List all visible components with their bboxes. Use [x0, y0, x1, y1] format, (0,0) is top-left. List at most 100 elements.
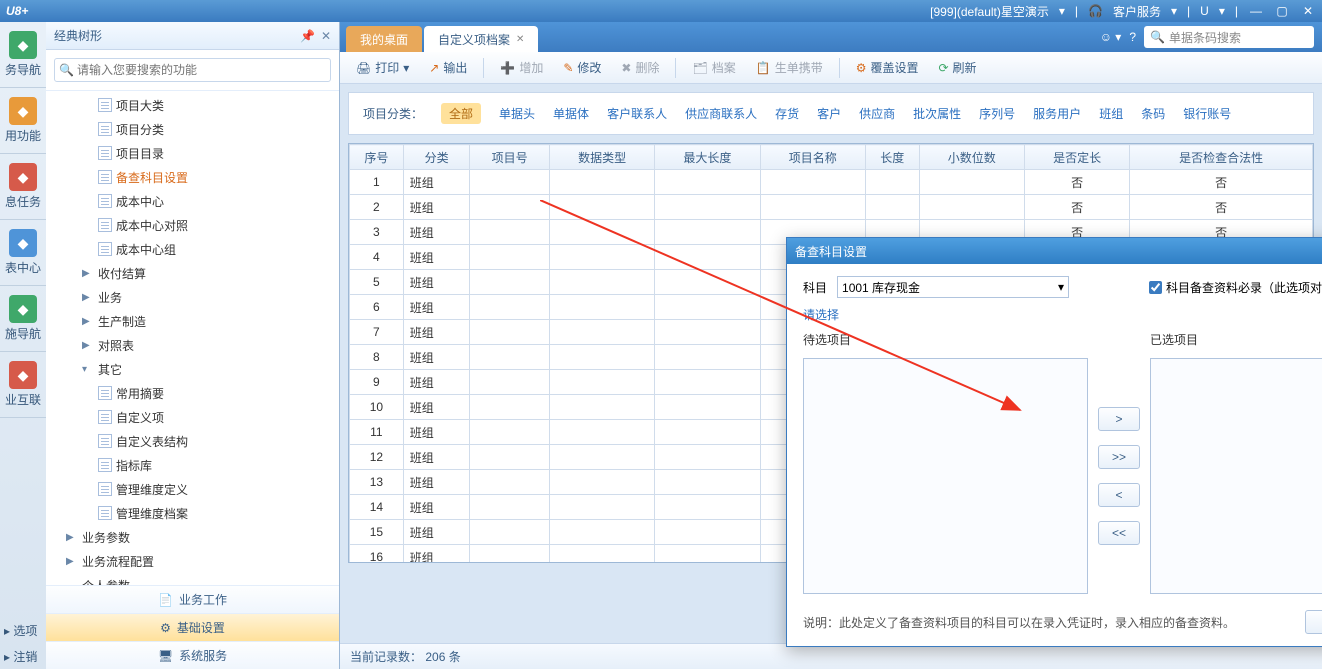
- maximize-button[interactable]: ▢: [1274, 3, 1290, 19]
- nav-cell[interactable]: ◆表中心: [0, 220, 46, 286]
- col-header[interactable]: 小数位数: [919, 145, 1024, 170]
- twisty-icon[interactable]: ▶: [82, 316, 94, 327]
- nav-cell[interactable]: ◆用功能: [0, 88, 46, 154]
- move-all-left-button[interactable]: <<: [1098, 521, 1140, 545]
- tree-node[interactable]: 自定义表结构: [46, 429, 339, 453]
- print-button[interactable]: 🖨打印▾: [348, 56, 417, 79]
- please-select-link[interactable]: 请选择: [803, 306, 1322, 323]
- required-checkbox-label[interactable]: 科目备查资料必录（此选项对整个账套起作用）: [1149, 279, 1322, 296]
- tree-node[interactable]: 指标库: [46, 453, 339, 477]
- tab-close-icon[interactable]: ✕: [516, 34, 524, 45]
- tree-node[interactable]: 项目分类: [46, 117, 339, 141]
- account-dropdown-icon[interactable]: ▾: [1059, 4, 1065, 18]
- col-header[interactable]: 最大长度: [655, 145, 760, 170]
- portable-button[interactable]: 📋生单携带: [748, 56, 831, 79]
- category-link[interactable]: 供应商联系人: [685, 105, 757, 122]
- col-header[interactable]: 分类: [403, 145, 470, 170]
- col-header[interactable]: 是否检查合法性: [1130, 145, 1313, 170]
- help-icon[interactable]: ?: [1129, 30, 1136, 44]
- category-link[interactable]: 银行账号: [1183, 105, 1231, 122]
- col-header[interactable]: 项目号: [470, 145, 550, 170]
- twisty-icon[interactable]: ▶: [82, 292, 94, 303]
- category-link[interactable]: 序列号: [979, 105, 1015, 122]
- move-right-button[interactable]: >: [1098, 407, 1140, 431]
- tree-node[interactable]: 成本中心: [46, 189, 339, 213]
- tree-node[interactable]: 管理维度定义: [46, 477, 339, 501]
- col-header[interactable]: 长度: [865, 145, 919, 170]
- u-label[interactable]: U: [1200, 4, 1209, 18]
- category-link[interactable]: 存货: [775, 105, 799, 122]
- tree-node[interactable]: 成本中心组: [46, 237, 339, 261]
- refresh-button[interactable]: ⟳刷新: [930, 56, 984, 79]
- nav-cell[interactable]: ◆业互联: [0, 352, 46, 418]
- nav-cell[interactable]: ◆息任务: [0, 154, 46, 220]
- ok-button[interactable]: 确定: [1305, 610, 1322, 634]
- footer-tab-work[interactable]: 📄业务工作: [46, 585, 339, 613]
- category-link[interactable]: 供应商: [859, 105, 895, 122]
- cover-button[interactable]: ⚙覆盖设置: [848, 56, 927, 79]
- tree-node[interactable]: 项目目录: [46, 141, 339, 165]
- tree-node[interactable]: ▾其它: [46, 357, 339, 381]
- account-info[interactable]: [999](default)星空演示: [930, 3, 1049, 20]
- twisty-icon[interactable]: ▶: [66, 532, 78, 543]
- tree-close-icon[interactable]: ✕: [321, 29, 331, 43]
- tree-node[interactable]: ▶收付结算: [46, 261, 339, 285]
- tree-node[interactable]: 项目大类: [46, 93, 339, 117]
- twisty-icon[interactable]: ▶: [66, 556, 78, 567]
- tree-node[interactable]: ▶生产制造: [46, 309, 339, 333]
- tree-node[interactable]: 常用摘要: [46, 381, 339, 405]
- footer-tab-base[interactable]: ⚙基础设置: [46, 613, 339, 641]
- u-dropdown-icon[interactable]: ▾: [1219, 4, 1225, 18]
- category-link[interactable]: 客户: [817, 105, 841, 122]
- table-row[interactable]: 2班组否否: [350, 195, 1313, 220]
- table-row[interactable]: 1班组否否: [350, 170, 1313, 195]
- category-link[interactable]: 班组: [1099, 105, 1123, 122]
- delete-button[interactable]: ✖删除: [613, 56, 667, 79]
- selected-listbox[interactable]: [1150, 358, 1322, 594]
- twisty-icon[interactable]: ▶: [82, 268, 94, 279]
- service-dropdown-icon[interactable]: ▾: [1171, 4, 1177, 18]
- col-header[interactable]: 序号: [350, 145, 404, 170]
- pending-listbox[interactable]: [803, 358, 1088, 594]
- tree-node[interactable]: 备查科目设置: [46, 165, 339, 189]
- smile-icon[interactable]: ☺ ▾: [1100, 30, 1122, 44]
- close-button[interactable]: ✕: [1300, 3, 1316, 19]
- category-link[interactable]: 单据头: [499, 105, 535, 122]
- required-checkbox[interactable]: [1149, 281, 1162, 294]
- move-all-right-button[interactable]: >>: [1098, 445, 1140, 469]
- move-left-button[interactable]: <: [1098, 483, 1140, 507]
- nav-cell[interactable]: ◆施导航: [0, 286, 46, 352]
- add-button[interactable]: ➕增加: [492, 56, 551, 79]
- edit-button[interactable]: ✎修改: [555, 56, 609, 79]
- logout-link[interactable]: ▸ 注销: [0, 643, 46, 669]
- col-header[interactable]: 数据类型: [549, 145, 654, 170]
- category-link[interactable]: 全部: [441, 103, 481, 124]
- tree-node[interactable]: 管理维度档案: [46, 501, 339, 525]
- category-link[interactable]: 服务用户: [1033, 105, 1081, 122]
- nav-cell[interactable]: ◆务导航: [0, 22, 46, 88]
- options-link[interactable]: ▸ 选项: [0, 617, 46, 643]
- footer-tab-sys[interactable]: 🖥系统服务: [46, 641, 339, 669]
- tree-node[interactable]: ▶业务: [46, 285, 339, 309]
- tab-customitem[interactable]: 自定义项档案✕: [424, 26, 538, 52]
- twisty-icon[interactable]: ▾: [82, 364, 94, 375]
- tree-node[interactable]: 自定义项: [46, 405, 339, 429]
- category-link[interactable]: 单据体: [553, 105, 589, 122]
- tree-node[interactable]: 个人参数: [46, 573, 339, 585]
- tree-node[interactable]: ▶业务参数: [46, 525, 339, 549]
- barcode-search[interactable]: 🔍 单据条码搜索: [1144, 26, 1314, 48]
- tree-search-input[interactable]: [54, 58, 331, 82]
- col-header[interactable]: 项目名称: [760, 145, 865, 170]
- twisty-icon[interactable]: ▶: [82, 340, 94, 351]
- category-link[interactable]: 条码: [1141, 105, 1165, 122]
- pin-icon[interactable]: 📌: [300, 29, 315, 43]
- output-button[interactable]: ↗输出: [421, 56, 475, 79]
- col-header[interactable]: 是否定长: [1024, 145, 1129, 170]
- subject-combo[interactable]: 1001 库存现金▾: [837, 276, 1069, 298]
- tree-node[interactable]: ▶对照表: [46, 333, 339, 357]
- category-link[interactable]: 批次属性: [913, 105, 961, 122]
- archive-button[interactable]: 🗂档案: [684, 56, 743, 79]
- tree-node[interactable]: 成本中心对照: [46, 213, 339, 237]
- customer-service[interactable]: 客户服务: [1113, 3, 1161, 20]
- tree-node[interactable]: ▶业务流程配置: [46, 549, 339, 573]
